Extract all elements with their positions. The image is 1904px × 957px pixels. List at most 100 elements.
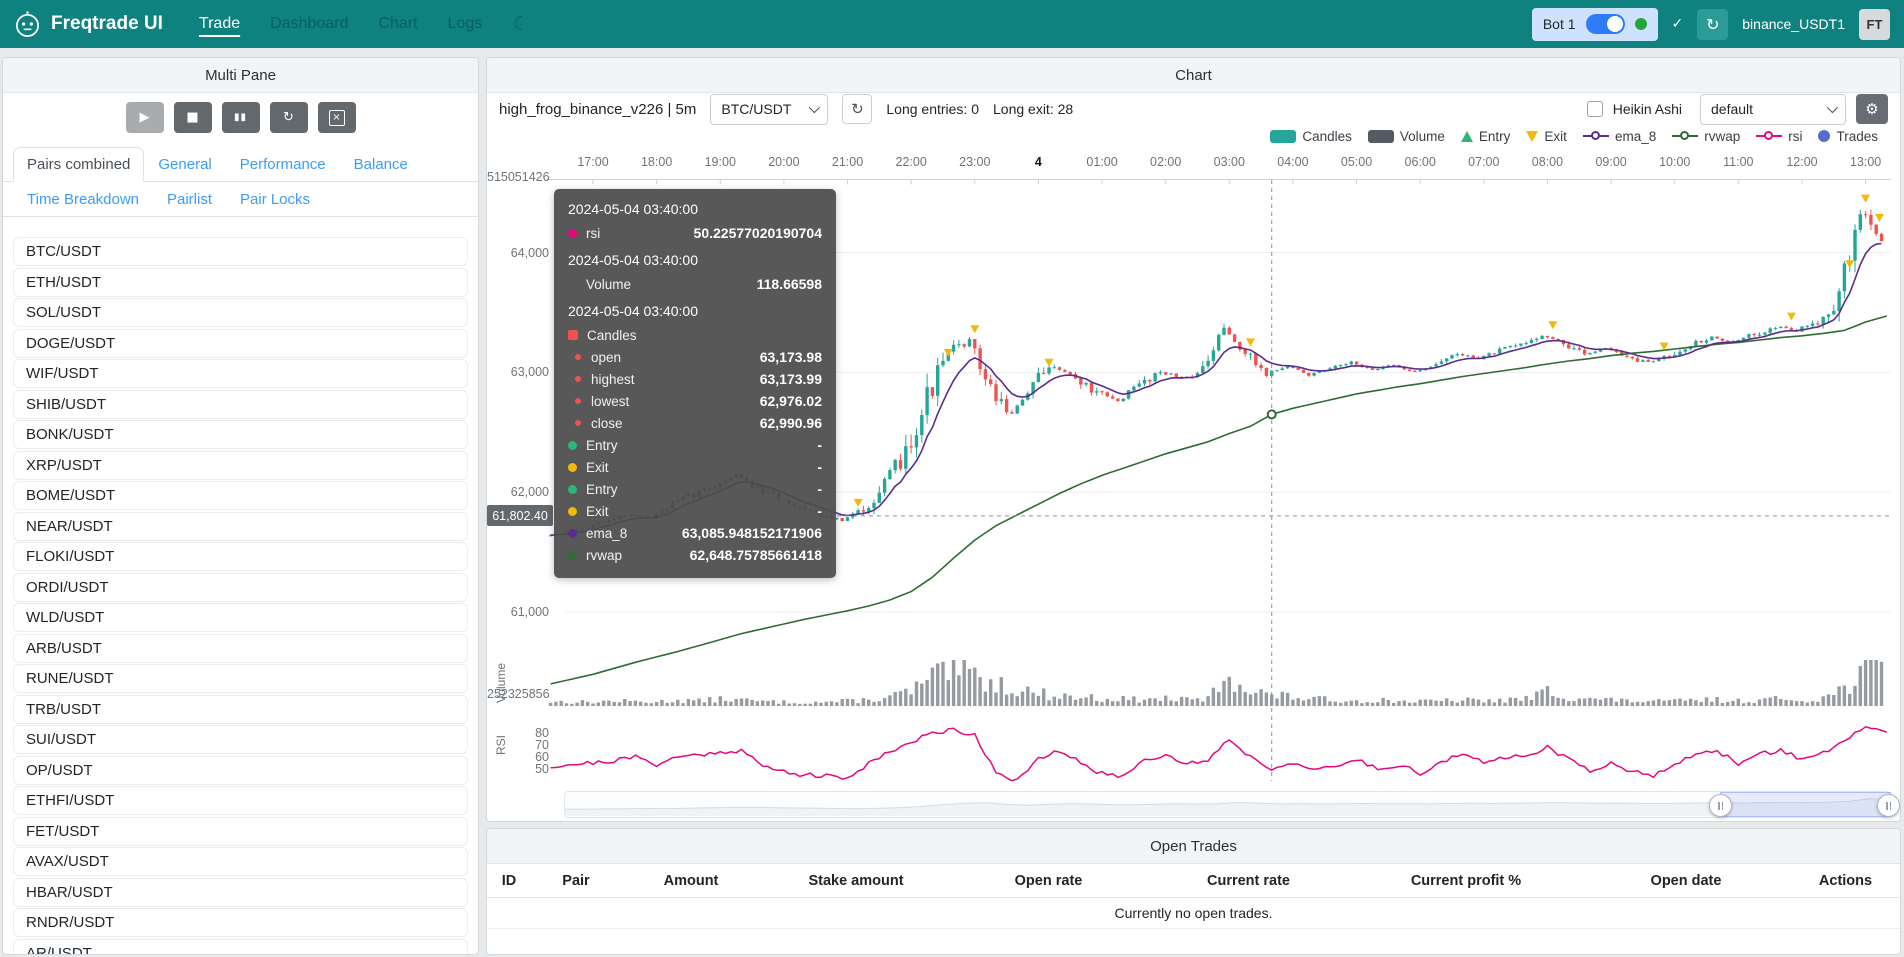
rsi-line — [551, 727, 1887, 781]
time-axis-label: 23:00 — [959, 155, 990, 169]
user-avatar[interactable]: FT — [1859, 9, 1890, 40]
nav-link-dashboard[interactable]: Dashboard — [270, 15, 348, 33]
nav-link-logs[interactable]: Logs — [448, 15, 483, 33]
pair-list-item[interactable]: SOL/USDT — [13, 298, 468, 327]
chart-toolbar-right: Heikin Ashi default ⚙ — [1587, 94, 1888, 125]
tooltip-label: rsi — [586, 226, 600, 241]
legend-item-volume[interactable]: Volume — [1368, 129, 1445, 144]
tab-performance[interactable]: Performance — [226, 147, 340, 182]
cancel-orders-icon: × — [329, 110, 345, 126]
tab-time-breakdown[interactable]: Time Breakdown — [13, 182, 153, 217]
pair-list-item[interactable]: WLD/USDT — [13, 603, 468, 632]
crosshair-price-tag: 61,802.40 — [487, 505, 553, 526]
pair-select[interactable]: BTC/USDT — [710, 94, 828, 125]
play-icon: ▶ — [140, 110, 150, 125]
pair-list-item[interactable]: OP/USDT — [13, 756, 468, 785]
tooltip-row: Entry- — [568, 478, 822, 500]
cancel-open-orders-button[interactable]: × — [318, 102, 356, 133]
rsi-marker-icon — [568, 229, 577, 238]
tooltip-row: ema_863,085.948152171906 — [568, 522, 822, 544]
nav-link-chart[interactable]: Chart — [378, 15, 417, 33]
bot-toggle[interactable] — [1586, 14, 1625, 34]
plot-config-select[interactable]: default — [1700, 94, 1846, 125]
legend-item-ema_8[interactable]: ema_8 — [1583, 129, 1656, 144]
time-axis-label: 12:00 — [1786, 155, 1817, 169]
column-header-amount: Amount — [621, 873, 761, 889]
pair-list-item[interactable]: NEAR/USDT — [13, 512, 468, 541]
datazoom-slider[interactable] — [564, 791, 1890, 818]
pair-list-item[interactable]: ETH/USDT — [13, 268, 468, 297]
legend-item-candles[interactable]: Candles — [1270, 129, 1352, 144]
legend-item-trades[interactable]: Trades — [1818, 129, 1878, 144]
pair-list-item[interactable]: BONK/USDT — [13, 420, 468, 449]
legend-item-rsi[interactable]: rsi — [1756, 129, 1802, 144]
legend-item-entry[interactable]: Entry — [1461, 129, 1511, 144]
pair-list-item[interactable]: FLOKI/USDT — [13, 542, 468, 571]
tab-general[interactable]: General — [144, 147, 225, 182]
plot-settings-button[interactable]: ⚙ — [1856, 94, 1888, 124]
pair-list-item[interactable]: FET/USDT — [13, 817, 468, 846]
tooltip-row: lowest62,976.02 — [568, 390, 822, 412]
pause-bot-button[interactable]: ▮▮ — [222, 102, 260, 133]
pair-list-item[interactable]: SUI/USDT — [13, 725, 468, 754]
datazoom-preview — [565, 792, 1891, 817]
time-axis-label: 05:00 — [1341, 155, 1372, 169]
freqtrade-logo-icon[interactable] — [14, 11, 41, 38]
pair-list-item[interactable]: WIF/USDT — [13, 359, 468, 388]
pair-list-item[interactable]: ETHFI/USDT — [13, 786, 468, 815]
datazoom-right-handle[interactable] — [1877, 794, 1900, 817]
tab-pair-locks[interactable]: Pair Locks — [226, 182, 324, 217]
pair-list-item[interactable]: AVAX/USDT — [13, 847, 468, 876]
tooltip-row: Exit- — [568, 456, 822, 478]
column-header-current-profit-: Current profit % — [1351, 873, 1581, 889]
gear-icon: ⚙ — [1865, 100, 1878, 118]
legend-label: Exit — [1544, 129, 1567, 144]
pair-list-item[interactable]: XRP/USDT — [13, 451, 468, 480]
pair-list-item[interactable]: TRB/USDT — [13, 695, 468, 724]
exit-markers-layer — [854, 195, 1884, 507]
tab-balance[interactable]: Balance — [340, 147, 422, 182]
entry-triangle-icon — [1461, 131, 1473, 142]
pair-list-item[interactable]: SHIB/USDT — [13, 390, 468, 419]
pair-list-item[interactable]: BOME/USDT — [13, 481, 468, 510]
legend-item-exit[interactable]: Exit — [1526, 129, 1567, 144]
pair-list-item[interactable]: BTC/USDT — [13, 237, 468, 266]
pair-list-item[interactable]: HBAR/USDT — [13, 878, 468, 907]
time-axis-label: 19:00 — [705, 155, 736, 169]
stop-bot-button[interactable]: ■ — [174, 102, 212, 133]
tooltip-value: - — [817, 437, 822, 453]
start-bot-button[interactable]: ▶ — [126, 102, 164, 133]
exit-marker-icon — [568, 507, 577, 516]
nav-link-trade[interactable]: Trade — [199, 15, 240, 33]
rvwap-legend-icon — [1672, 130, 1698, 143]
time-axis-label: 17:00 — [577, 155, 608, 169]
time-axis-label: 22:00 — [896, 155, 927, 169]
legend-item-rvwap[interactable]: rvwap — [1672, 129, 1740, 144]
bot-name-label: Bot 1 — [1543, 16, 1576, 32]
pair-list-item[interactable]: AR/USDT — [13, 939, 468, 956]
theme-toggle-icon[interactable]: ☾ — [512, 13, 529, 35]
pair-list-item[interactable]: ORDI/USDT — [13, 573, 468, 602]
datazoom-window[interactable] — [1720, 792, 1891, 817]
tooltip-value: 62,976.02 — [760, 393, 822, 409]
reload-bot-button[interactable]: ↻ — [1697, 9, 1728, 40]
pair-list-item[interactable]: RUNE/USDT — [13, 664, 468, 693]
tooltip-value: - — [817, 503, 822, 519]
chart-region[interactable]: 61,802.40 2024-05-04 03:40:00rsi50.22577… — [487, 146, 1900, 822]
volume-marker-icon — [568, 280, 577, 289]
tooltip-row: highest63,173.99 — [568, 368, 822, 390]
heikin-ashi-checkbox[interactable] — [1587, 101, 1603, 117]
reload-config-button[interactable]: ↻ — [270, 102, 308, 133]
tooltip-value: - — [817, 481, 822, 497]
pair-list-item[interactable]: RNDR/USDT — [13, 908, 468, 937]
bot-selector[interactable]: Bot 1 — [1532, 8, 1658, 41]
legend-label: ema_8 — [1615, 129, 1656, 144]
time-axis-label: 13:00 — [1850, 155, 1881, 169]
refresh-chart-button[interactable]: ↻ — [842, 94, 872, 124]
tab-pairs-combined[interactable]: Pairs combined — [13, 147, 144, 182]
pair-list-item[interactable]: DOGE/USDT — [13, 329, 468, 358]
datazoom-left-handle[interactable] — [1709, 794, 1732, 817]
pair-list-item[interactable]: ARB/USDT — [13, 634, 468, 663]
tab-pairlist[interactable]: Pairlist — [153, 182, 226, 217]
column-header-pair: Pair — [531, 873, 621, 889]
